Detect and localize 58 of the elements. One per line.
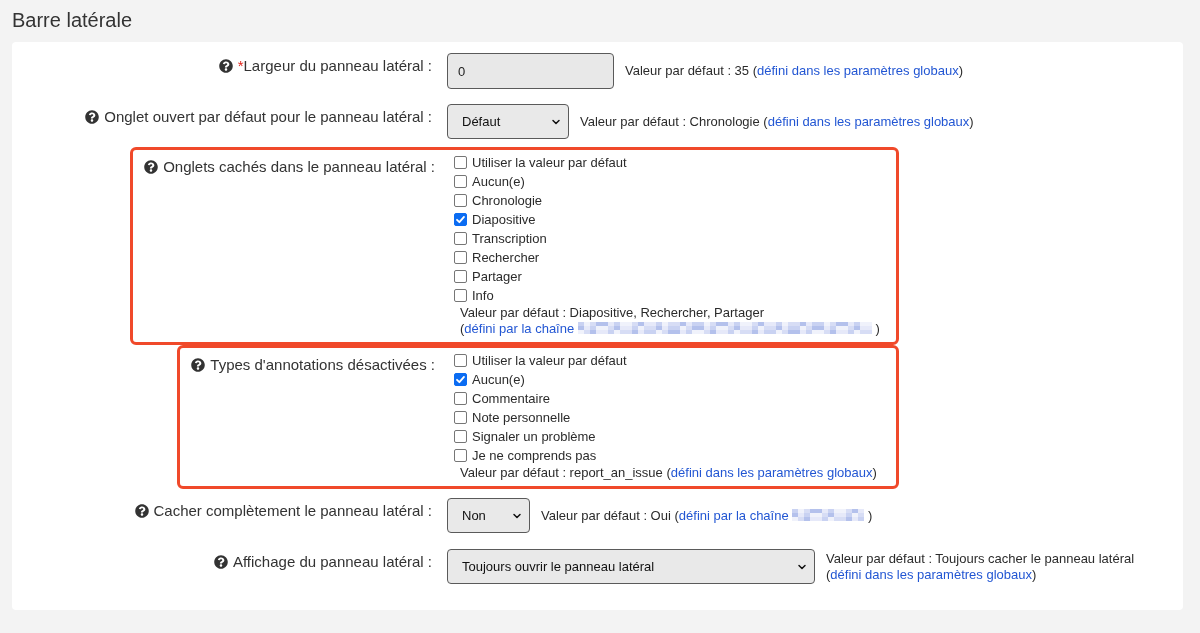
help-icon[interactable] (134, 504, 149, 518)
checkbox-label: Partager (472, 268, 522, 285)
dropdown[interactable]: Toujours ouvrir le panneau latéral (447, 549, 815, 584)
checkbox-label: Chronologie (472, 192, 543, 209)
checkbox-label: Transcription (472, 230, 547, 247)
checkbox[interactable] (454, 175, 467, 188)
checkbox-label: Aucun(e) (472, 371, 525, 388)
text-input[interactable]: 0 (447, 53, 614, 89)
help-icon[interactable] (213, 555, 228, 569)
checkbox[interactable] (454, 373, 467, 386)
field-label: Cacher complètement le panneau latéral : (153, 502, 432, 519)
checkbox[interactable] (454, 449, 467, 462)
default-value-note: Valeur par défaut : Diapositive, Rechercher, Partager (défini par la chaîne ) (460, 305, 880, 336)
checkbox-label: Rechercher (472, 249, 540, 266)
checkbox-label: Signaler un problème (472, 428, 596, 445)
checkbox[interactable] (454, 232, 467, 245)
dropdown[interactable]: Défaut (447, 104, 569, 139)
dropdown[interactable]: Non (447, 498, 530, 533)
settings-link[interactable]: défini dans les paramètres globaux (830, 566, 1032, 582)
checkbox-label: Aucun(e) (472, 173, 525, 190)
help-icon[interactable] (218, 59, 233, 73)
section-title: Barre latérale (12, 8, 134, 32)
field-label: Onglet ouvert par défaut pour le panneau latéral : (104, 108, 432, 125)
checkbox[interactable] (454, 156, 467, 169)
checkbox[interactable] (454, 354, 467, 367)
settings-link[interactable]: défini par la chaîne (464, 321, 575, 336)
field-label: Affichage du panneau latéral : (232, 553, 432, 570)
default-value-note: Valeur par défaut : Oui (défini par la chaîne ) (541, 507, 873, 524)
checkbox-label: Info (472, 287, 494, 304)
default-value-note: Valeur par défaut : 35 (défini dans les paramètres globaux) (625, 63, 963, 79)
settings-link[interactable]: défini dans les paramètres globaux (767, 113, 970, 129)
checkbox-label: Utiliser la valeur par défaut (472, 154, 627, 171)
default-value-note: Valeur par défaut : report_an_issue (défini dans les paramètres globaux) (460, 465, 877, 480)
default-value-note: Valeur par défaut : Chronologie (défini dans les paramètres globaux) (580, 113, 974, 130)
default-value-note: Valeur par défaut : Toujours cacher le panneau latéral (défini dans les paramètres globaux) (826, 550, 1136, 583)
settings-link[interactable]: défini dans les paramètres globaux (670, 465, 873, 480)
help-icon[interactable] (191, 358, 206, 372)
required-mark: * (237, 57, 244, 74)
field-label: Onglets cachés dans le panneau latéral : (163, 158, 435, 175)
checkbox[interactable] (454, 213, 467, 226)
checkbox-label: Utiliser la valeur par défaut (472, 352, 627, 369)
help-icon[interactable] (85, 110, 100, 124)
field-label: Largeur du panneau latéral : (243, 57, 432, 74)
settings-link[interactable]: défini par la chaîne (678, 507, 789, 523)
checkbox[interactable] (454, 194, 467, 207)
checkbox[interactable] (454, 392, 467, 405)
checkbox[interactable] (454, 251, 467, 264)
help-icon[interactable] (144, 160, 159, 174)
settings-link[interactable]: défini dans les paramètres globaux (757, 63, 959, 78)
checkbox-label: Note personnelle (472, 409, 571, 426)
checkbox-label: Commentaire (472, 390, 551, 407)
checkbox[interactable] (454, 289, 467, 302)
checkbox[interactable] (454, 411, 467, 424)
checkbox-label: Diapositive (472, 211, 536, 228)
checkbox[interactable] (454, 270, 467, 283)
checkbox-label: Je ne comprends pas (472, 447, 597, 464)
checkbox[interactable] (454, 430, 467, 443)
field-label: Types d'annotations désactivées : (210, 356, 435, 373)
